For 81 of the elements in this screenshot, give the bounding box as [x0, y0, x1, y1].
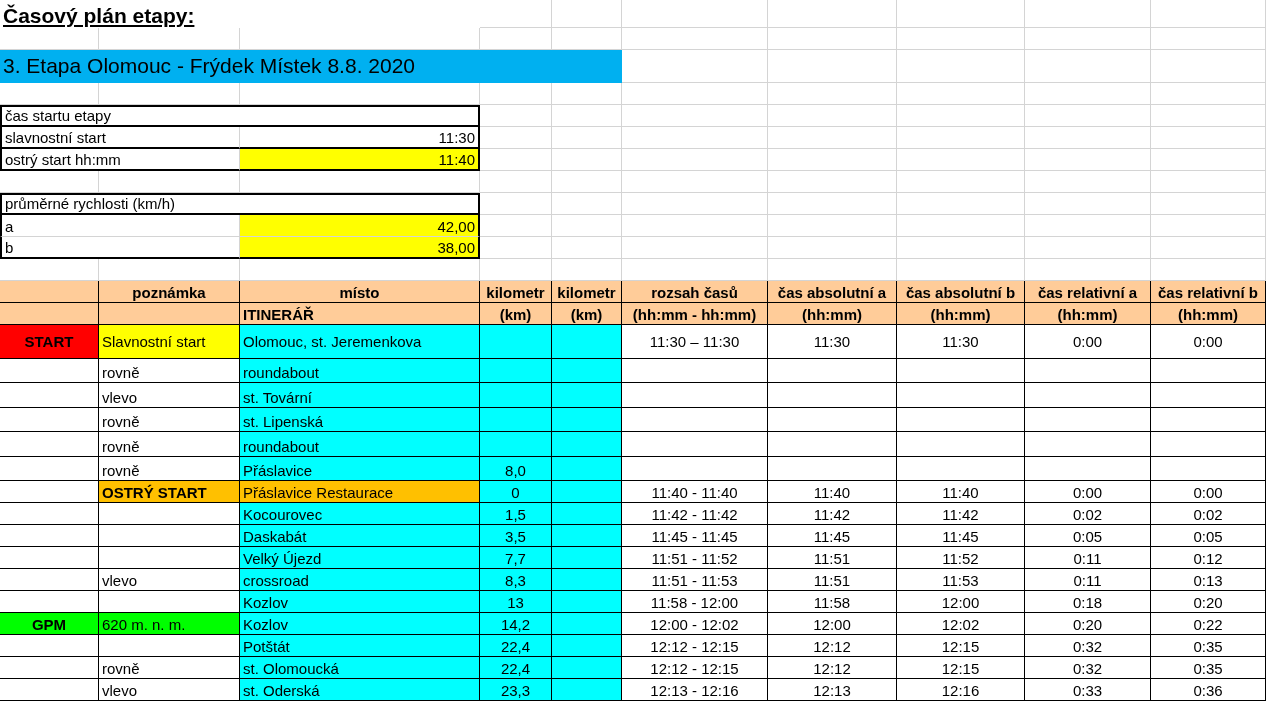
cell-fill: [552, 325, 622, 359]
table-cell: 8,3: [480, 568, 552, 591]
column-header: rozsah časů: [622, 281, 768, 303]
row-label: b: [0, 237, 240, 259]
table-cell: st. Olomoucká: [240, 656, 480, 679]
table-cell: Velký Újezd: [240, 546, 480, 569]
table-cell: 3,5: [480, 524, 552, 547]
table-cell: Daskabát: [240, 524, 480, 547]
column-header: (hh:mm): [897, 303, 1025, 325]
row-label: slavnostní start: [0, 127, 240, 149]
table-cell: 22,4: [480, 656, 552, 679]
table-cell: 0: [480, 480, 552, 503]
cell-fill: [480, 359, 552, 384]
table-cell: OSTRÝ START: [99, 480, 240, 503]
cell-fill: [552, 568, 622, 591]
cell-fill: [480, 432, 552, 457]
column-header: místo: [240, 281, 480, 303]
table-cell: Kozlov: [240, 590, 480, 613]
column-header: (km): [480, 303, 552, 325]
table-cell: roundabout: [240, 359, 480, 384]
cell-fill: [552, 656, 622, 679]
column-header: ITINERÁŘ: [240, 303, 480, 325]
table-cell: Kocourovec: [240, 502, 480, 525]
cell-fill: [552, 383, 622, 408]
table-cell: 13: [480, 590, 552, 613]
cell-fill: [552, 634, 622, 657]
value-cell: 38,00: [240, 237, 480, 259]
cell-fill: [552, 432, 622, 457]
cell-fill: [552, 524, 622, 547]
table-cell: 7,7: [480, 546, 552, 569]
cell-fill: [552, 502, 622, 525]
table-cell: GPM: [0, 612, 99, 635]
cell-fill: [552, 612, 622, 635]
table-cell: 23,3: [480, 678, 552, 701]
cell-fill: [552, 407, 622, 433]
table-cell: Olomouc, st. Jeremenkova: [240, 325, 480, 359]
table-cell: Kozlov: [240, 612, 480, 635]
section-heading: čas startu etapy: [0, 105, 480, 127]
cell-fill: [552, 590, 622, 613]
value-cell: 11:30: [240, 127, 480, 149]
cell-fill: [480, 325, 552, 359]
table-cell: crossroad: [240, 568, 480, 591]
table-cell: 8,0: [480, 456, 552, 481]
column-header: poznámka: [99, 281, 240, 303]
column-header: (km): [552, 303, 622, 325]
table-cell: st. Lipenská: [240, 407, 480, 433]
table-cell: 620 m. n. m.: [99, 612, 240, 635]
column-header: (hh:mm): [768, 303, 897, 325]
cell-fill: [552, 480, 622, 503]
cell-fill: [552, 546, 622, 569]
column-header: (hh:mm): [1151, 303, 1266, 325]
table-cell: st. Tovární: [240, 383, 480, 408]
cell-fill: [480, 407, 552, 433]
table-cell: 14,2: [480, 612, 552, 635]
table-cell: Přáslavice: [240, 456, 480, 481]
table-cell: START: [0, 325, 99, 359]
value-cell: 11:40: [240, 149, 480, 171]
column-header: čas relativní b: [1151, 281, 1266, 303]
table-cell: Slavnostní start: [99, 325, 240, 359]
stage-banner: 3. Etapa Olomouc - Frýdek Místek 8.8. 2020: [0, 50, 622, 83]
cell-fill: [480, 383, 552, 408]
cell-fill: [552, 456, 622, 481]
column-header: čas absolutní a: [768, 281, 897, 303]
table-cell: 1,5: [480, 502, 552, 525]
column-header: čas relativní a: [1025, 281, 1151, 303]
cell-fill: [552, 678, 622, 701]
row-label: ostrý start hh:mm: [0, 149, 240, 171]
table-cell: Přáslavice Restaurace: [240, 480, 480, 503]
table-cell: 22,4: [480, 634, 552, 657]
cell-fill: [552, 359, 622, 384]
section-heading: průměrné rychlosti (km/h): [0, 193, 480, 215]
column-header: čas absolutní b: [897, 281, 1025, 303]
column-header: (hh:mm): [1025, 303, 1151, 325]
column-header: kilometr: [552, 281, 622, 303]
sheet-title: Časový plán etapy:: [0, 0, 480, 28]
table-cell: roundabout: [240, 432, 480, 457]
table-cell: st. Oderská: [240, 678, 480, 701]
column-header: (hh:mm - hh:mm): [622, 303, 768, 325]
column-header: kilometr: [480, 281, 552, 303]
table-cell: Potštát: [240, 634, 480, 657]
value-cell: 42,00: [240, 215, 480, 237]
